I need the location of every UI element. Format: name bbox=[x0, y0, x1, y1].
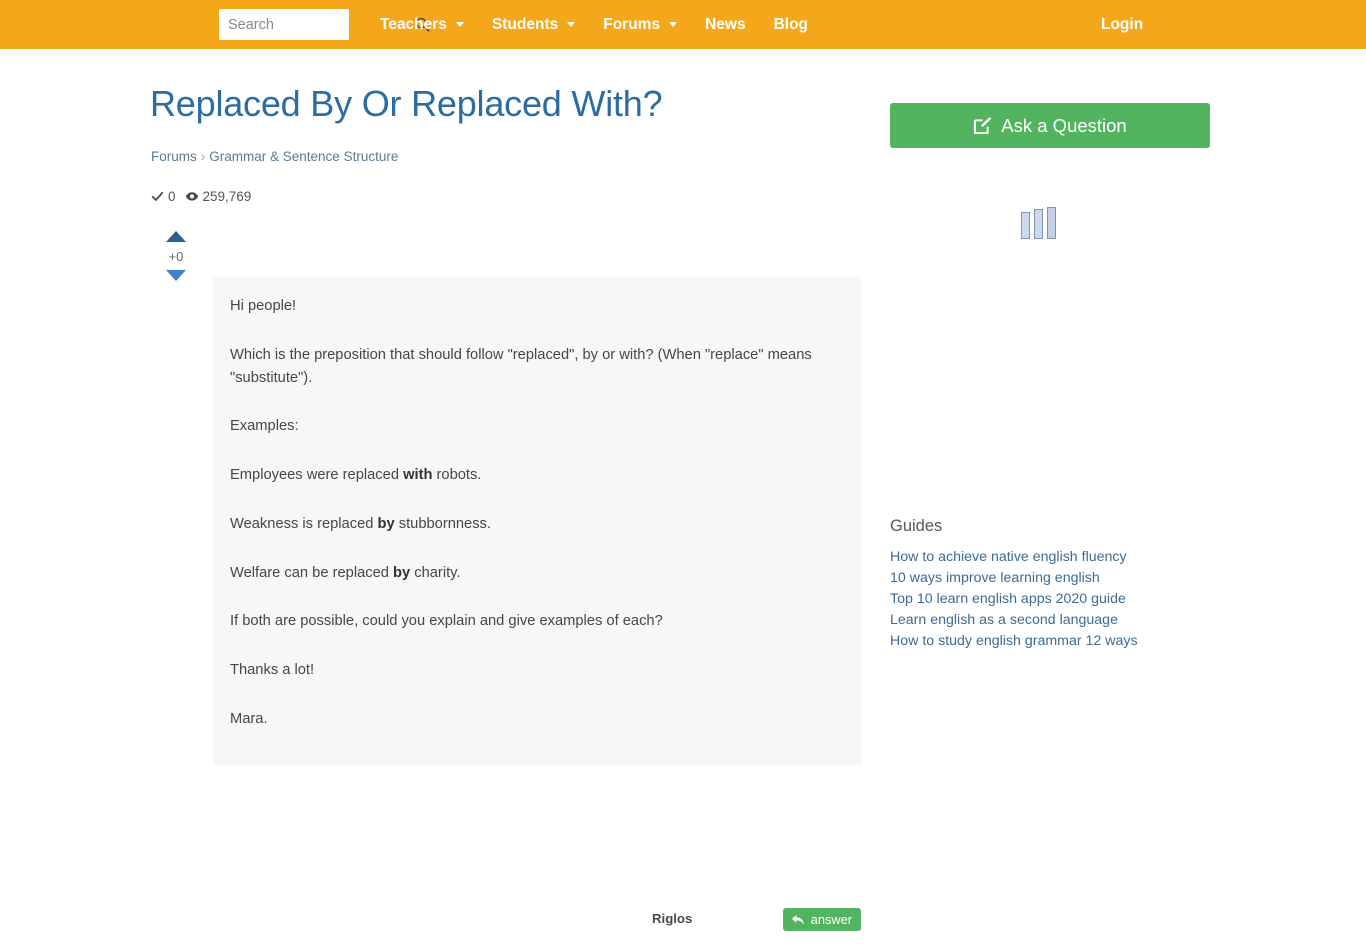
page-content: Replaced By Or Replaced With? Forums › Gra… bbox=[0, 49, 1366, 931]
eye-icon bbox=[185, 192, 198, 201]
question-paragraph: Mara. bbox=[230, 711, 268, 728]
guide-link[interactable]: Top 10 learn english apps 2020 guide bbox=[890, 589, 1138, 610]
nav-item-teachers[interactable]: Teachers bbox=[380, 0, 464, 49]
pencil-square-icon bbox=[974, 117, 992, 135]
guides-heading: Guides bbox=[890, 517, 943, 535]
nav-label-news: News bbox=[705, 16, 746, 33]
breadcrumb-separator: › bbox=[200, 149, 206, 164]
guides-list: How to achieve native english fluency 10 … bbox=[890, 547, 1138, 652]
breadcrumb: Forums › Grammar & Sentence Structure bbox=[151, 149, 398, 164]
question-paragraph: Which is the preposition that should fol… bbox=[230, 346, 812, 386]
loading-bar bbox=[1047, 207, 1056, 239]
chevron-down-icon bbox=[455, 22, 464, 27]
post-author[interactable]: Riglos bbox=[652, 911, 692, 926]
chevron-down-icon bbox=[669, 22, 678, 27]
views-count: 259,769 bbox=[202, 189, 252, 204]
question-body: Hi people! Which is the preposition that … bbox=[213, 277, 861, 765]
question-paragraph: If both are possible, could you explain … bbox=[230, 613, 663, 630]
vote-widget: +0 bbox=[156, 227, 196, 281]
question-paragraph: Examples: bbox=[230, 418, 299, 435]
views-stat: 259,769 bbox=[185, 189, 252, 204]
question-paragraph: Hi people! bbox=[230, 298, 297, 314]
check-icon bbox=[151, 191, 164, 201]
answer-button-label: answer bbox=[810, 912, 852, 927]
answers-stat: 0 bbox=[151, 189, 176, 204]
chevron-down-icon bbox=[567, 22, 576, 27]
question-stats: 0 259,769 bbox=[151, 189, 260, 204]
question-paragraph: Thanks a lot! bbox=[230, 662, 315, 679]
post-footer: Riglos answer bbox=[213, 897, 861, 945]
breadcrumb-category[interactable]: Grammar & Sentence Structure bbox=[209, 149, 398, 164]
nav-item-news[interactable]: News bbox=[705, 0, 746, 49]
question-paragraph: Weakness is replaced by stubbornness. bbox=[230, 515, 491, 532]
search-box[interactable] bbox=[219, 9, 430, 40]
page-title: Replaced By Or Replaced With? bbox=[150, 83, 663, 124]
arrow-down-icon[interactable] bbox=[166, 270, 186, 281]
vote-score: +0 bbox=[168, 249, 184, 264]
answer-button[interactable]: answer bbox=[782, 908, 861, 931]
ask-question-label: Ask a Question bbox=[1001, 114, 1127, 136]
main-navigation: Teachers Students Forums News Blog bbox=[380, 0, 836, 49]
loading-bar bbox=[1021, 212, 1030, 239]
ask-question-button[interactable]: Ask a Question bbox=[890, 103, 1210, 148]
reply-arrow-icon bbox=[791, 914, 804, 925]
nav-item-blog[interactable]: Blog bbox=[774, 0, 808, 49]
answers-count: 0 bbox=[168, 189, 176, 204]
question-paragraph: Employees were replaced with robots. bbox=[230, 467, 482, 484]
question-paragraph: Welfare can be replaced by charity. bbox=[230, 564, 461, 581]
nav-label-students: Students bbox=[491, 16, 559, 33]
loading-bar bbox=[1034, 209, 1043, 239]
login-link[interactable]: Login bbox=[1101, 0, 1143, 49]
guide-link[interactable]: Learn english as a second language bbox=[890, 610, 1138, 631]
nav-label-forums: Forums bbox=[603, 16, 661, 33]
loading-bars-icon bbox=[1021, 207, 1060, 239]
guide-link[interactable]: How to study english grammar 12 ways bbox=[890, 631, 1138, 652]
site-header: Teachers Students Forums News Blog Login bbox=[0, 0, 1366, 49]
arrow-up-icon[interactable] bbox=[166, 231, 186, 242]
guide-link[interactable]: 10 ways improve learning english bbox=[890, 568, 1138, 589]
nav-item-forums[interactable]: Forums bbox=[603, 0, 678, 49]
nav-label-teachers: Teachers bbox=[380, 16, 447, 33]
guide-link[interactable]: How to achieve native english fluency bbox=[890, 547, 1138, 568]
nav-item-students[interactable]: Students bbox=[491, 0, 576, 49]
breadcrumb-forums[interactable]: Forums bbox=[151, 149, 197, 164]
nav-label-blog: Blog bbox=[773, 16, 809, 33]
